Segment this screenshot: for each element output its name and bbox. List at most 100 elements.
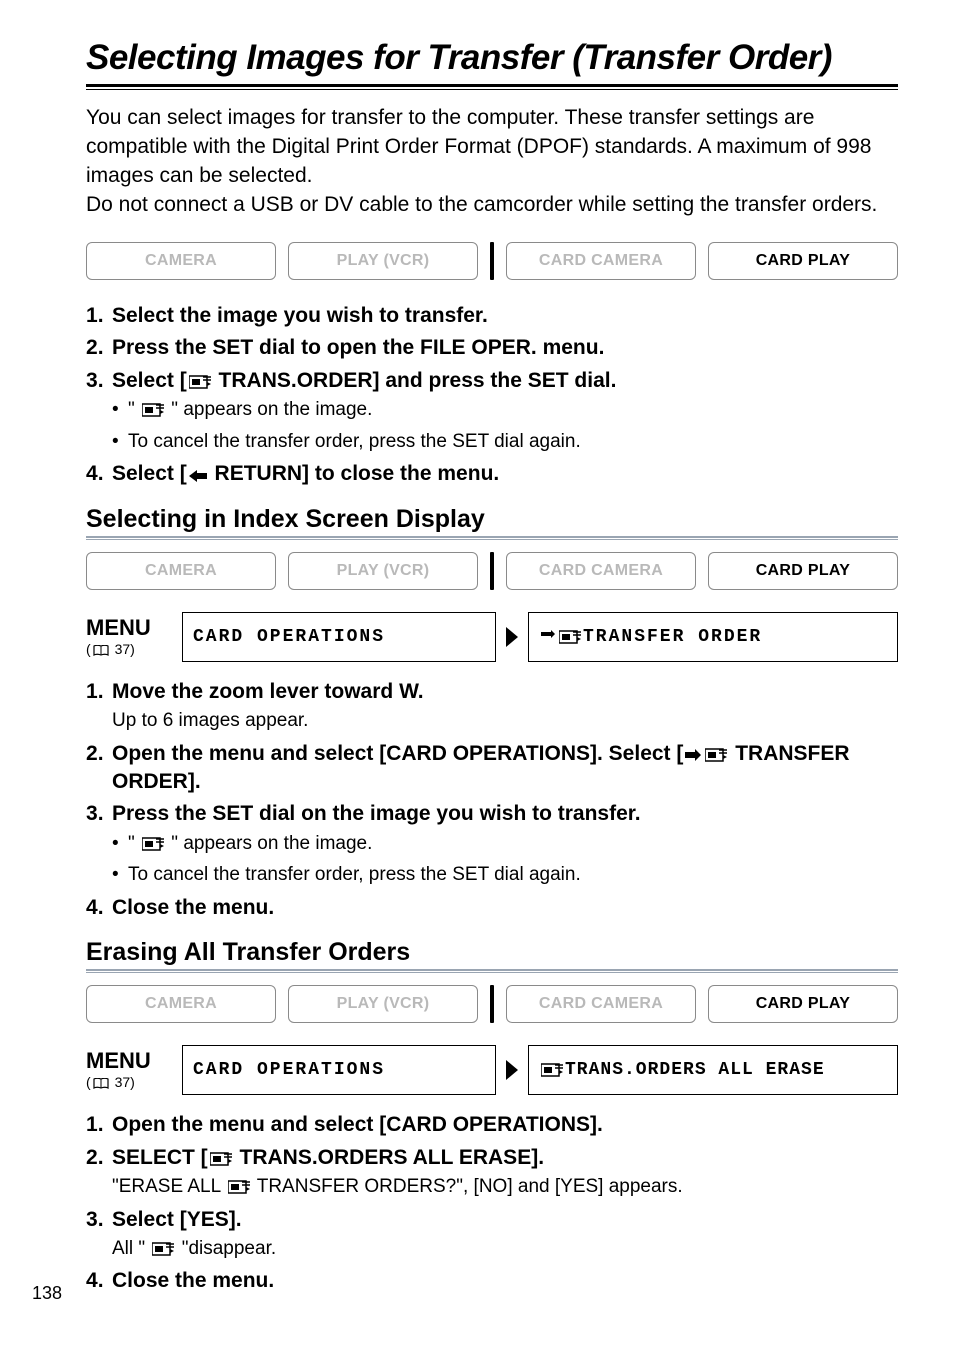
step-1: Open the menu and select [CARD OPERATION… <box>86 1111 898 1139</box>
step-2-sub-b: TRANSFER ORDERS?", [NO] and [YES] appear… <box>252 1176 683 1197</box>
step-1-w: W <box>399 680 418 703</box>
mode-card-camera: CARD CAMERA <box>506 985 696 1023</box>
section-heading-index: Selecting in Index Screen Display <box>86 505 898 538</box>
arrow-right-icon <box>506 627 518 647</box>
mode-card-play: CARD PLAY <box>708 242 898 280</box>
mode-play-vcr: PLAY (VCR) <box>288 985 478 1023</box>
step-3-sub1-a: " <box>128 833 140 854</box>
step-3-sub1-b: " appears on the image. <box>166 399 372 420</box>
mode-row: CAMERA PLAY (VCR) CARD CAMERA CARD PLAY <box>86 242 898 280</box>
step-3: Select [ TRANS.ORDER] and press the SET … <box>86 367 898 455</box>
step-2-text: Press the SET dial to open the FILE OPER… <box>112 336 604 359</box>
transfer-icon <box>705 747 727 763</box>
mode-separator <box>490 552 494 590</box>
mode-row: CAMERA PLAY (VCR) CARD CAMERA CARD PLAY <box>86 552 898 590</box>
mode-card-play: CARD PLAY <box>708 985 898 1023</box>
mode-card-camera: CARD CAMERA <box>506 242 696 280</box>
step-3: Press the SET dial on the image you wish… <box>86 800 898 888</box>
transfer-icon <box>142 402 164 418</box>
arrow-right-icon <box>541 630 555 644</box>
book-icon <box>93 645 109 657</box>
title-divider-thin <box>86 89 898 90</box>
step-2-text-a: Open the menu and select [CARD OPERATION… <box>112 742 683 765</box>
step-1-text: Select the image you wish to transfer. <box>112 304 488 327</box>
menu-label-block: MENU ( 37) <box>86 1050 174 1090</box>
book-icon <box>93 1078 109 1090</box>
step-2-sub: "ERASE ALL TRANSFER ORDERS?", [NO] and [… <box>112 1174 898 1200</box>
step-2: Press the SET dial to open the FILE OPER… <box>86 334 898 362</box>
step-2-text-a: SELECT [ <box>112 1146 208 1169</box>
menu-path-row: MENU ( 37) CARD OPERATIONS TRANSFER ORDE… <box>86 612 898 662</box>
menu-box-card-ops: CARD OPERATIONS <box>182 612 496 662</box>
step-1-text: Open the menu and select [CARD OPERATION… <box>112 1113 603 1136</box>
step-3-text-b: TRANS.ORDER] and press the SET dial. <box>213 369 617 392</box>
step-4-text: Close the menu. <box>112 896 274 919</box>
step-2: Open the menu and select [CARD OPERATION… <box>86 740 898 797</box>
mode-camera: CAMERA <box>86 985 276 1023</box>
step-1-text-a: Move the zoom lever toward <box>112 680 399 703</box>
return-arrow-icon <box>189 469 207 483</box>
section-heading-erase: Erasing All Transfer Orders <box>86 938 898 971</box>
menu-path-row: MENU ( 37) CARD OPERATIONS TRANS.ORDERS … <box>86 1045 898 1095</box>
step-3: Select [YES]. All " "disappear. <box>86 1206 898 1262</box>
step-4: Close the menu. <box>86 894 898 922</box>
title-divider-thick <box>86 84 898 87</box>
menu-box-text: TRANS.ORDERS ALL ERASE <box>565 1060 825 1080</box>
manual-page: Selecting Images for Transfer (Transfer … <box>0 0 954 1352</box>
step-3-text: Press the SET dial on the image you wish… <box>112 802 641 825</box>
step-4-text-a: Select [ <box>112 462 187 485</box>
step-1: Move the zoom lever toward W. Up to 6 im… <box>86 678 898 734</box>
step-1: Select the image you wish to transfer. <box>86 302 898 330</box>
mode-camera: CAMERA <box>86 242 276 280</box>
mode-row: CAMERA PLAY (VCR) CARD CAMERA CARD PLAY <box>86 985 898 1023</box>
step-4: Select [ RETURN] to close the menu. <box>86 460 898 488</box>
transfer-icon <box>559 629 581 645</box>
menu-box-transfer-order: TRANSFER ORDER <box>528 612 898 662</box>
menu-box-trans-all-erase: TRANS.ORDERS ALL ERASE <box>528 1045 898 1095</box>
menu-label-block: MENU ( 37) <box>86 617 174 657</box>
step-3-sub: All " "disappear. <box>112 1236 898 1262</box>
step-1-sub: Up to 6 images appear. <box>112 708 898 734</box>
step-3-text: Select [YES]. <box>112 1208 242 1231</box>
page-number: 138 <box>32 1283 62 1304</box>
step-2-text-b: TRANS.ORDERS ALL ERASE]. <box>234 1146 544 1169</box>
menu-box-text: TRANSFER ORDER <box>583 627 762 647</box>
intro-paragraph-2: Do not connect a USB or DV cable to the … <box>86 193 877 216</box>
menu-ref-num: 37 <box>115 641 131 657</box>
step-4-text: Close the menu. <box>112 1269 274 1292</box>
steps-main: Select the image you wish to transfer. P… <box>86 302 898 489</box>
step-1-text-c: . <box>418 680 424 703</box>
arrow-right-icon <box>685 749 701 763</box>
step-4: Close the menu. <box>86 1267 898 1295</box>
intro-text: You can select images for transfer to th… <box>86 104 898 220</box>
step-3-sub1-b: " appears on the image. <box>166 833 372 854</box>
step-2: SELECT [ TRANS.ORDERS ALL ERASE]. "ERASE… <box>86 1144 898 1200</box>
steps-erase: Open the menu and select [CARD OPERATION… <box>86 1111 898 1296</box>
mode-card-camera: CARD CAMERA <box>506 552 696 590</box>
mode-play-vcr: PLAY (VCR) <box>288 242 478 280</box>
mode-card-play: CARD PLAY <box>708 552 898 590</box>
mode-play-vcr: PLAY (VCR) <box>288 552 478 590</box>
step-3-text-a: Select [ <box>112 369 187 392</box>
heading-rule <box>86 972 898 973</box>
transfer-icon <box>142 836 164 852</box>
step-3-sub2: To cancel the transfer order, press the … <box>112 862 898 888</box>
menu-ref-num: 37 <box>115 1074 131 1090</box>
step-3-sub1: " " appears on the image. <box>112 397 898 423</box>
transfer-icon <box>210 1151 232 1167</box>
intro-paragraph-1: You can select images for transfer to th… <box>86 106 871 187</box>
mode-separator <box>490 242 494 280</box>
menu-ref: ( 37) <box>86 1074 174 1090</box>
transfer-icon <box>152 1241 174 1257</box>
step-2-sub-a: "ERASE ALL <box>112 1176 226 1197</box>
steps-index: Move the zoom lever toward W. Up to 6 im… <box>86 678 898 923</box>
step-3-sub-b: "disappear. <box>176 1238 276 1259</box>
heading-rule <box>86 539 898 540</box>
arrow-right-icon <box>506 1060 518 1080</box>
menu-label: MENU <box>86 617 174 639</box>
step-3-sub1-a: " <box>128 399 140 420</box>
transfer-icon <box>541 1062 563 1078</box>
step-3-sub-a: All " <box>112 1238 150 1259</box>
mode-camera: CAMERA <box>86 552 276 590</box>
step-3-sub1: " " appears on the image. <box>112 831 898 857</box>
